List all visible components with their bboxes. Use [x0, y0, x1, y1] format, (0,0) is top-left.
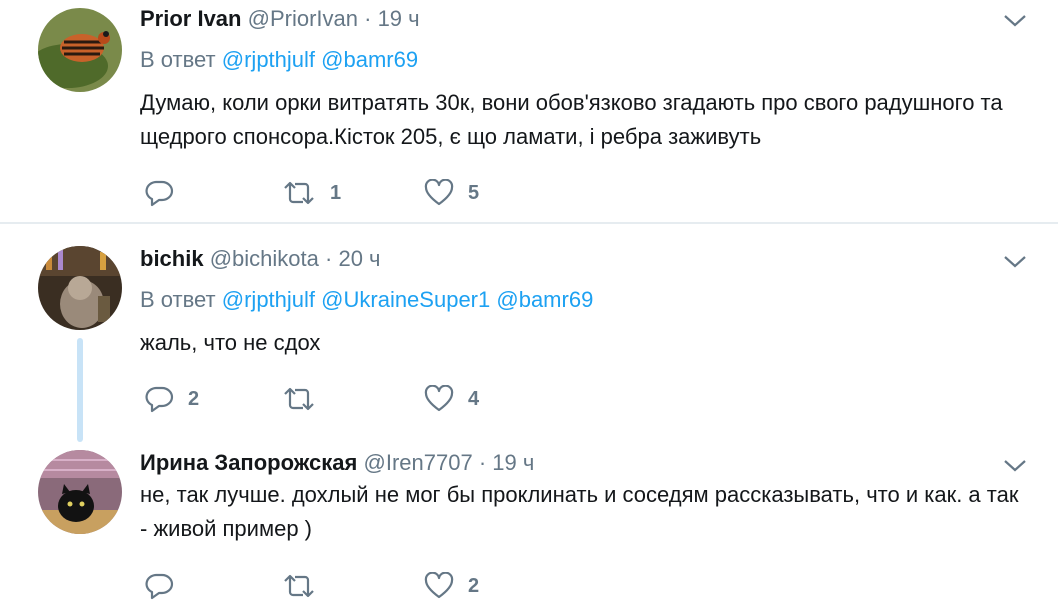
tweet-text: не, так лучше. дохлый не мог бы проклина…	[140, 482, 1019, 541]
reply-button[interactable]: 2	[144, 384, 199, 414]
separator-dot: ·	[478, 450, 487, 475]
reply-icon	[144, 385, 174, 413]
user-handle[interactable]: @Iren7707	[364, 450, 473, 475]
timestamp[interactable]: 20 ч	[338, 246, 380, 271]
retweet-button[interactable]	[282, 571, 330, 601]
like-count: 4	[468, 387, 480, 410]
reply-icon	[144, 179, 174, 207]
retweet-icon	[282, 179, 316, 207]
chevron-down-icon[interactable]	[1002, 12, 1028, 30]
tweet-actions: 2 4	[140, 384, 540, 414]
thread-line	[77, 338, 83, 442]
display-name[interactable]: Prior Ivan	[140, 6, 241, 31]
like-button[interactable]: 4	[424, 384, 479, 414]
avatar[interactable]	[38, 246, 122, 330]
retweet-count: 1	[330, 181, 342, 204]
retweet-icon	[282, 385, 316, 413]
user-handle[interactable]: @bichikota	[210, 246, 319, 271]
mention-link[interactable]: @bamr69	[496, 287, 593, 312]
like-button[interactable]: 5	[424, 178, 479, 208]
tweet-prior-ivan[interactable]: Prior Ivan @PriorIvan · 19 ч В ответ @rj…	[0, 0, 1058, 222]
reply-context: В ответ @rjpthjulf @UkraineSuper1 @bamr6…	[140, 287, 593, 313]
display-name[interactable]: bichik	[140, 246, 204, 271]
mention-link[interactable]: @rjpthjulf	[222, 47, 315, 72]
like-icon	[424, 385, 454, 413]
tweet-text: жаль, что не сдох	[140, 330, 321, 355]
retweet-icon	[282, 572, 316, 600]
retweet-button[interactable]: 1	[282, 178, 341, 208]
chevron-down-icon[interactable]	[1002, 457, 1028, 475]
retweet-button[interactable]	[282, 384, 330, 414]
reply-count: 2	[188, 387, 200, 410]
tweet-irina[interactable]: Ирина Запорожская @Iren7707 · 19 ч не, т…	[0, 442, 1058, 613]
tweet-header: Ирина Запорожская @Iren7707 · 19 ч	[140, 450, 534, 476]
chevron-down-icon[interactable]	[1002, 253, 1028, 271]
tweet-actions: 1 5	[140, 178, 540, 208]
timestamp[interactable]: 19 ч	[492, 450, 534, 475]
like-icon	[424, 572, 454, 600]
reply-button[interactable]	[144, 178, 188, 208]
tweet-bichik[interactable]: bichik @bichikota · 20 ч В ответ @rjpthj…	[0, 224, 1058, 442]
tweet-actions: 2	[140, 571, 540, 601]
mention-link[interactable]: @bamr69	[321, 47, 418, 72]
separator-dot: ·	[325, 246, 333, 271]
separator-dot: ·	[364, 6, 372, 31]
reply-icon	[144, 572, 174, 600]
tweet-text: Думаю, коли орки витратять 30к, вони обо…	[140, 90, 1003, 149]
mention-link[interactable]: @rjpthjulf	[222, 287, 315, 312]
reply-prefix: В ответ	[140, 287, 216, 312]
reply-prefix: В ответ	[140, 47, 216, 72]
like-count: 5	[468, 181, 480, 204]
user-handle[interactable]: @PriorIvan	[248, 6, 358, 31]
avatar[interactable]	[38, 8, 122, 92]
tweet-header: Prior Ivan @PriorIvan · 19 ч	[140, 6, 420, 32]
timestamp[interactable]: 19 ч	[378, 6, 420, 31]
like-button[interactable]: 2	[424, 571, 479, 601]
avatar[interactable]	[38, 450, 122, 534]
display-name[interactable]: Ирина Запорожская	[140, 450, 357, 475]
tweet-header: bichik @bichikota · 20 ч	[140, 246, 381, 272]
mention-link[interactable]: @UkraineSuper1	[321, 287, 490, 312]
reply-button[interactable]	[144, 571, 188, 601]
like-icon	[424, 179, 454, 207]
like-count: 2	[468, 574, 480, 597]
reply-context: В ответ @rjpthjulf @bamr69	[140, 47, 418, 73]
